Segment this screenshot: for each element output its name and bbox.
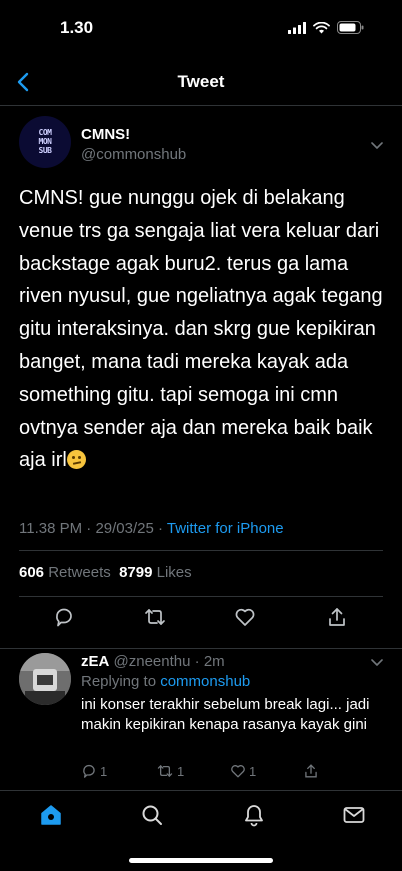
- author-handle[interactable]: @commonshub: [81, 146, 186, 163]
- battery-icon: [337, 21, 364, 34]
- chevron-down-icon[interactable]: [370, 655, 384, 669]
- reply-header: zEA @zneenthu · 2m: [81, 653, 225, 670]
- reply-like-count: 1: [249, 763, 257, 779]
- replying-to-label: Replying to: [81, 673, 157, 690]
- likes-stat[interactable]: 8799 Likes: [119, 564, 192, 581]
- tweet-text: CMNS! gue nunggu ojek di belakang venue …: [19, 182, 389, 477]
- reply-retweet-button[interactable]: 1: [156, 763, 184, 779]
- retweets-count: 606: [19, 564, 45, 581]
- like-icon: [231, 765, 245, 778]
- home-icon[interactable]: [39, 803, 63, 827]
- tweet-stats: 606 Retweets 8799 Likes: [19, 564, 192, 581]
- retweets-label: Retweets: [48, 564, 111, 581]
- avatar-logo-line: COM: [38, 128, 52, 137]
- reply-author-name[interactable]: zEA: [81, 653, 109, 670]
- home-indicator[interactable]: [129, 858, 273, 863]
- status-icons: [288, 21, 364, 34]
- author-avatar[interactable]: COM MON SUB: [19, 116, 71, 168]
- like-icon[interactable]: [234, 606, 256, 628]
- reply-reply-count: 1: [100, 763, 108, 779]
- divider: [19, 550, 383, 551]
- cellular-signal-icon: [288, 21, 306, 34]
- reply-like-button[interactable]: 1: [230, 763, 256, 779]
- avatar-logo-line: SUB: [38, 146, 52, 155]
- tweet-source-link[interactable]: Twitter for iPhone: [167, 520, 284, 537]
- replying-to: Replying to commonshub: [81, 673, 250, 690]
- reply-avatar-photo: [19, 653, 71, 705]
- retweet-icon: [157, 764, 173, 778]
- likes-count: 8799: [119, 564, 153, 581]
- divider: [19, 596, 383, 597]
- tweet-date: 29/03/25: [95, 520, 154, 537]
- reply-share-button[interactable]: [303, 763, 319, 779]
- reply-icon[interactable]: [53, 606, 75, 628]
- confused-face-emoji: [66, 450, 86, 470]
- page-title: Tweet: [177, 72, 225, 91]
- status-bar: 1.30: [0, 0, 402, 56]
- search-icon[interactable]: [140, 803, 164, 827]
- chevron-down-icon[interactable]: [370, 138, 384, 152]
- share-icon[interactable]: [326, 606, 348, 628]
- reply-author-handle[interactable]: @zneenthu: [114, 653, 191, 670]
- reply-icon: [83, 764, 95, 778]
- tweet-body: CMNS! gue nunggu ojek di belakang venue …: [19, 187, 383, 472]
- reply-retweet-count: 1: [177, 763, 185, 779]
- reply-time: 2m: [203, 653, 225, 670]
- reply-actions: 1 1 1: [81, 763, 381, 783]
- tweet-time: 11.38 PM: [19, 520, 83, 537]
- avatar-logo-line: MON: [38, 137, 52, 146]
- author-name[interactable]: CMNS!: [81, 126, 130, 143]
- likes-label: Likes: [156, 564, 192, 581]
- retweet-icon[interactable]: [144, 606, 166, 628]
- nav-bar: Tweet: [0, 60, 402, 106]
- reply-tweet[interactable]: zEA @zneenthu · 2m Replying to commonshu…: [0, 648, 402, 788]
- reply-text: ini konser terakhir sebelum break lagi..…: [81, 696, 370, 733]
- avatar-logo: COM MON SUB: [39, 129, 52, 155]
- reply-avatar[interactable]: [19, 653, 71, 705]
- wifi-icon: [313, 21, 330, 33]
- status-time: 1.30: [60, 18, 94, 37]
- retweets-stat[interactable]: 606 Retweets: [19, 564, 111, 581]
- tweet-actions: [0, 606, 402, 634]
- reply-reply-button[interactable]: 1: [81, 763, 107, 779]
- share-icon: [305, 764, 317, 778]
- notifications-icon[interactable]: [242, 803, 266, 827]
- replying-to-link[interactable]: commonshub: [160, 673, 250, 690]
- tweet-timestamp: 11.38 PM · 29/03/25 · Twitter for iPhone: [19, 520, 284, 537]
- messages-icon[interactable]: [342, 803, 366, 827]
- tweet-author-row: COM MON SUB CMNS! @commonshub: [19, 116, 402, 176]
